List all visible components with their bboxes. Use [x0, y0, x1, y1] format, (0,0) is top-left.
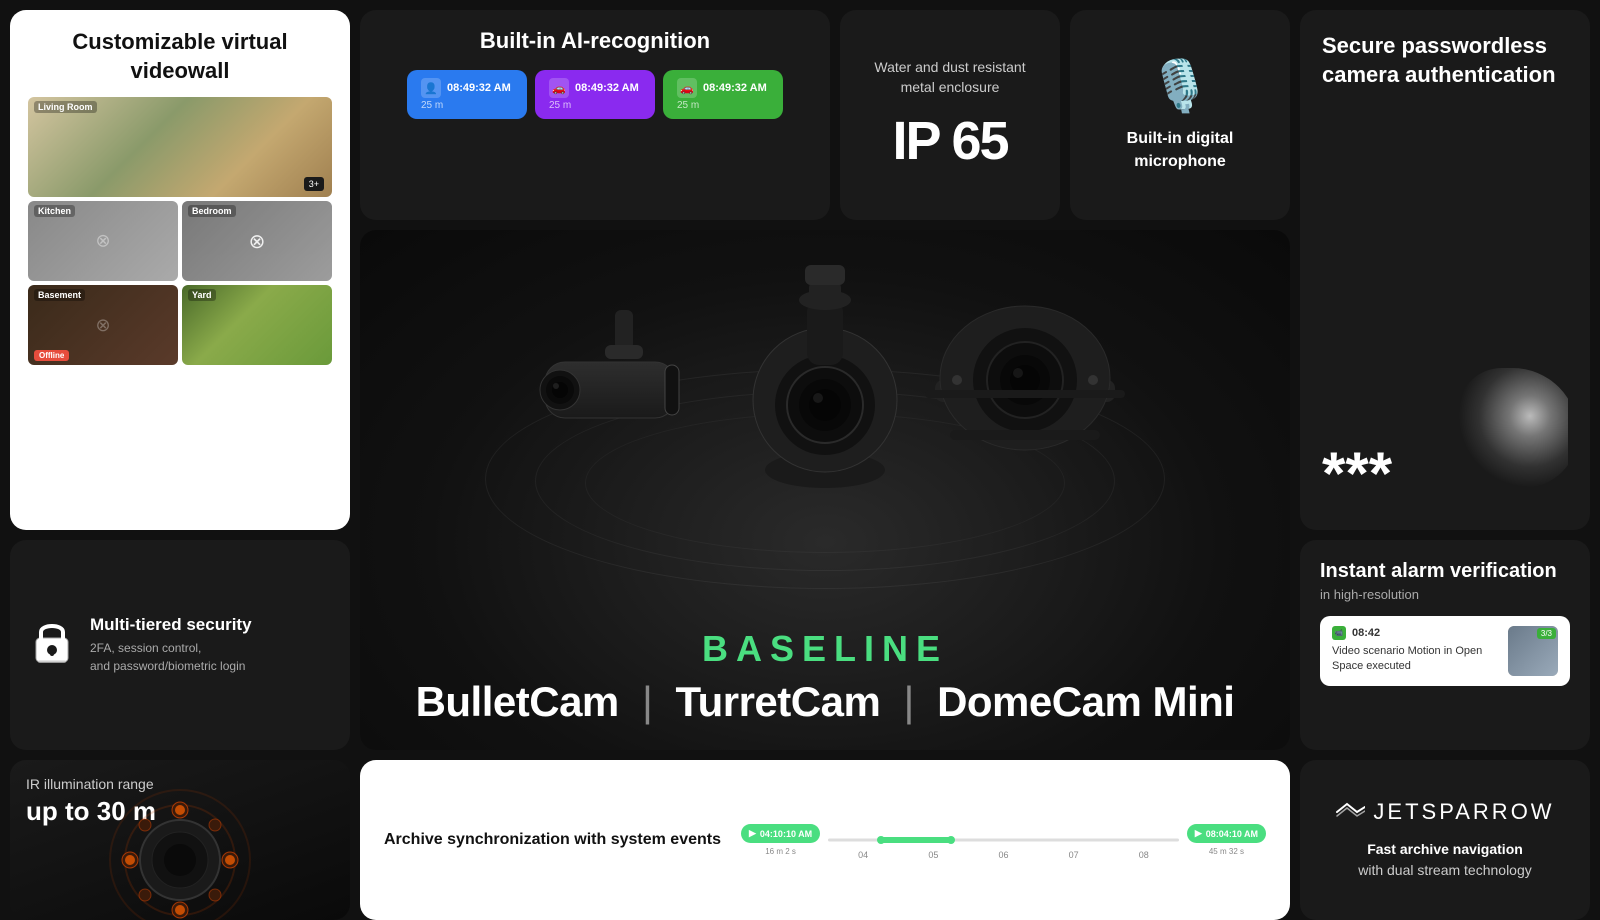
jetsparrow-desc2: with dual stream technology [1358, 862, 1532, 878]
password-stars: *** [1322, 439, 1392, 508]
videowall-grid: Living Room 3+ Kitchen ⊗ ⊗ Bedroom ⊗ Bas… [28, 97, 332, 512]
jetsparrow-desc1: Fast archive navigation [1367, 841, 1523, 857]
alarm-card-left: 📹 08:42 Video scenario Motion in Open Sp… [1332, 626, 1498, 675]
alarm-badge: 3/3 [1537, 628, 1556, 639]
marker-left-sub: 16 m 2 s [765, 847, 796, 856]
bulletcam-svg [525, 310, 725, 450]
jetsparrow-name: JETSPARROW [1373, 799, 1554, 825]
turretcam-svg [735, 250, 915, 490]
security-card: Multi-tiered security 2FA, session contr… [10, 540, 350, 750]
cameras-visual [475, 250, 1175, 570]
person-icon: 👤 [421, 78, 441, 98]
jetsparrow-icon [1335, 802, 1365, 822]
ai-tag-blue: 👤 08:49:32 AM 25 m [407, 70, 527, 119]
timeline-marker-right: ▶ 08:04:10 AM 45 m 32 s [1187, 824, 1266, 856]
alarm-time-row: 📹 08:42 [1332, 626, 1498, 640]
burst-visual [1458, 368, 1568, 488]
vw-cell-bedroom: ⊗ Bedroom [182, 201, 332, 281]
bulletcam-name: BulletCam [416, 678, 619, 725]
jetsparrow-desc: Fast archive navigation with dual stream… [1358, 839, 1532, 881]
camera-names: BulletCam | TurretCam | DomeCam Mini [416, 678, 1235, 726]
alarm-title: Instant alarm verification [1320, 560, 1570, 583]
ai-tags: 👤 08:49:32 AM 25 m 🚗 08:49:32 AM 25 m 🚗 … [380, 70, 810, 119]
archive-card: Archive synchronization with system even… [360, 760, 1290, 920]
alarm-camera-icon: 📹 [1332, 626, 1346, 640]
vw-label-bedroom: Bedroom [188, 205, 236, 217]
ai-tag-green-time: 08:49:32 AM [703, 82, 767, 94]
ai-tag-blue-time: 08:49:32 AM [447, 82, 511, 94]
videowall-title: Customizable virtual videowall [28, 28, 332, 85]
domecam-svg [915, 300, 1135, 460]
ai-tag-green: 🚗 08:49:32 AM 25 m [663, 70, 783, 119]
vw-cell-basement: ⊗ Basement Offline [28, 285, 178, 365]
alarm-desc: Video scenario Motion in Open Space exec… [1332, 644, 1498, 675]
ir-camera-visual [100, 780, 260, 920]
vw-label-livingroom: Living Room [34, 101, 97, 113]
ip65-card: Water and dust resistant metal enclosure… [840, 10, 1060, 220]
timeline-segment [881, 837, 951, 843]
jetsparrow-logo: JETSPARROW [1335, 799, 1554, 825]
timeline-dot-right [947, 836, 955, 844]
mic-title: Built-in digital microphone [1086, 128, 1274, 173]
offline-badge: Offline [34, 350, 69, 361]
ai-tag-green-dist: 25 m [677, 100, 769, 111]
marker-left-time: 04:10:10 AM [760, 829, 812, 839]
domecam-name: DomeCam Mini [937, 678, 1234, 725]
lock-icon [30, 616, 74, 675]
vw-cell-livingroom: Living Room 3+ [28, 97, 332, 197]
baseline-rest: ASELINE [736, 628, 948, 669]
ip65-text: IP 65 [892, 110, 1007, 172]
turretcam-name: TurretCam [676, 678, 881, 725]
car-icon-purple: 🚗 [549, 78, 569, 98]
vw-label-yard: Yard [188, 289, 216, 301]
ai-tag-purple-dist: 25 m [549, 100, 641, 111]
timeline-dot-left [877, 836, 885, 844]
microphone-icon: 🎙️ [1149, 57, 1211, 116]
tick-08: 08 [1139, 850, 1149, 860]
alarm-event-card: 📹 08:42 Video scenario Motion in Open Sp… [1320, 616, 1570, 686]
tick-04: 04 [858, 850, 868, 860]
ai-tag-purple: 🚗 08:49:32 AM 25 m [535, 70, 655, 119]
archive-title: Archive synchronization with system even… [384, 831, 721, 849]
baseline-b: B [702, 628, 736, 669]
vw-cell-kitchen: Kitchen ⊗ [28, 201, 178, 281]
tick-07: 07 [1069, 850, 1079, 860]
arrow-icon-right: ▶ [1195, 828, 1202, 839]
ip65-desc: Water and dust resistant metal enclosure [856, 58, 1044, 97]
marker-right-time: 08:04:10 AM [1206, 829, 1258, 839]
arrow-icon: ▶ [749, 828, 756, 839]
security-desc: 2FA, session control,and password/biomet… [90, 639, 252, 675]
main-camera-card: BASELINE BulletCam | TurretCam | DomeCam… [360, 230, 1290, 750]
timeline-marker-left: ▶ 04:10:10 AM 16 m 2 s [741, 824, 820, 856]
vw-cell-yard: Yard [182, 285, 332, 365]
ir-card: IR illumination range up to 30 m [10, 760, 350, 920]
timeline-track: 04 05 06 07 08 [828, 820, 1179, 860]
tick-05: 05 [928, 850, 938, 860]
ai-tag-blue-dist: 25 m [421, 100, 513, 111]
videowall-card: Customizable virtual videowall Living Ro… [10, 10, 350, 530]
ai-tag-purple-time: 08:49:32 AM [575, 82, 639, 94]
baseline-logo: BASELINE [702, 628, 948, 670]
mic-card: 🎙️ Built-in digital microphone [1070, 10, 1290, 220]
vw-label-kitchen: Kitchen [34, 205, 75, 217]
ai-title: Built-in AI-recognition [380, 28, 810, 54]
alarm-card: Instant alarm verification in high-resol… [1300, 540, 1590, 750]
tick-06: 06 [998, 850, 1008, 860]
vw-label-basement: Basement [34, 289, 85, 301]
car-icon-green: 🚗 [677, 78, 697, 98]
alarm-subtitle: in high-resolution [1320, 587, 1570, 602]
jetsparrow-card: JETSPARROW Fast archive navigation with … [1300, 760, 1590, 920]
ai-card: Built-in AI-recognition 👤 08:49:32 AM 25… [360, 10, 830, 220]
security-title: Multi-tiered security [90, 615, 252, 635]
alarm-time-text: 08:42 [1352, 627, 1380, 639]
secure-title: Secure passwordless camera authenticatio… [1322, 32, 1568, 89]
security-text: Multi-tiered security 2FA, session contr… [90, 615, 252, 675]
secure-visual: *** [1322, 89, 1568, 508]
alarm-thumbnail: 3/3 [1508, 626, 1558, 676]
timeline-container: ▶ 04:10:10 AM 16 m 2 s 04 05 06 07 08 [741, 820, 1266, 860]
marker-right-sub: 45 m 32 s [1209, 847, 1244, 856]
secure-card: Secure passwordless camera authenticatio… [1300, 10, 1590, 530]
